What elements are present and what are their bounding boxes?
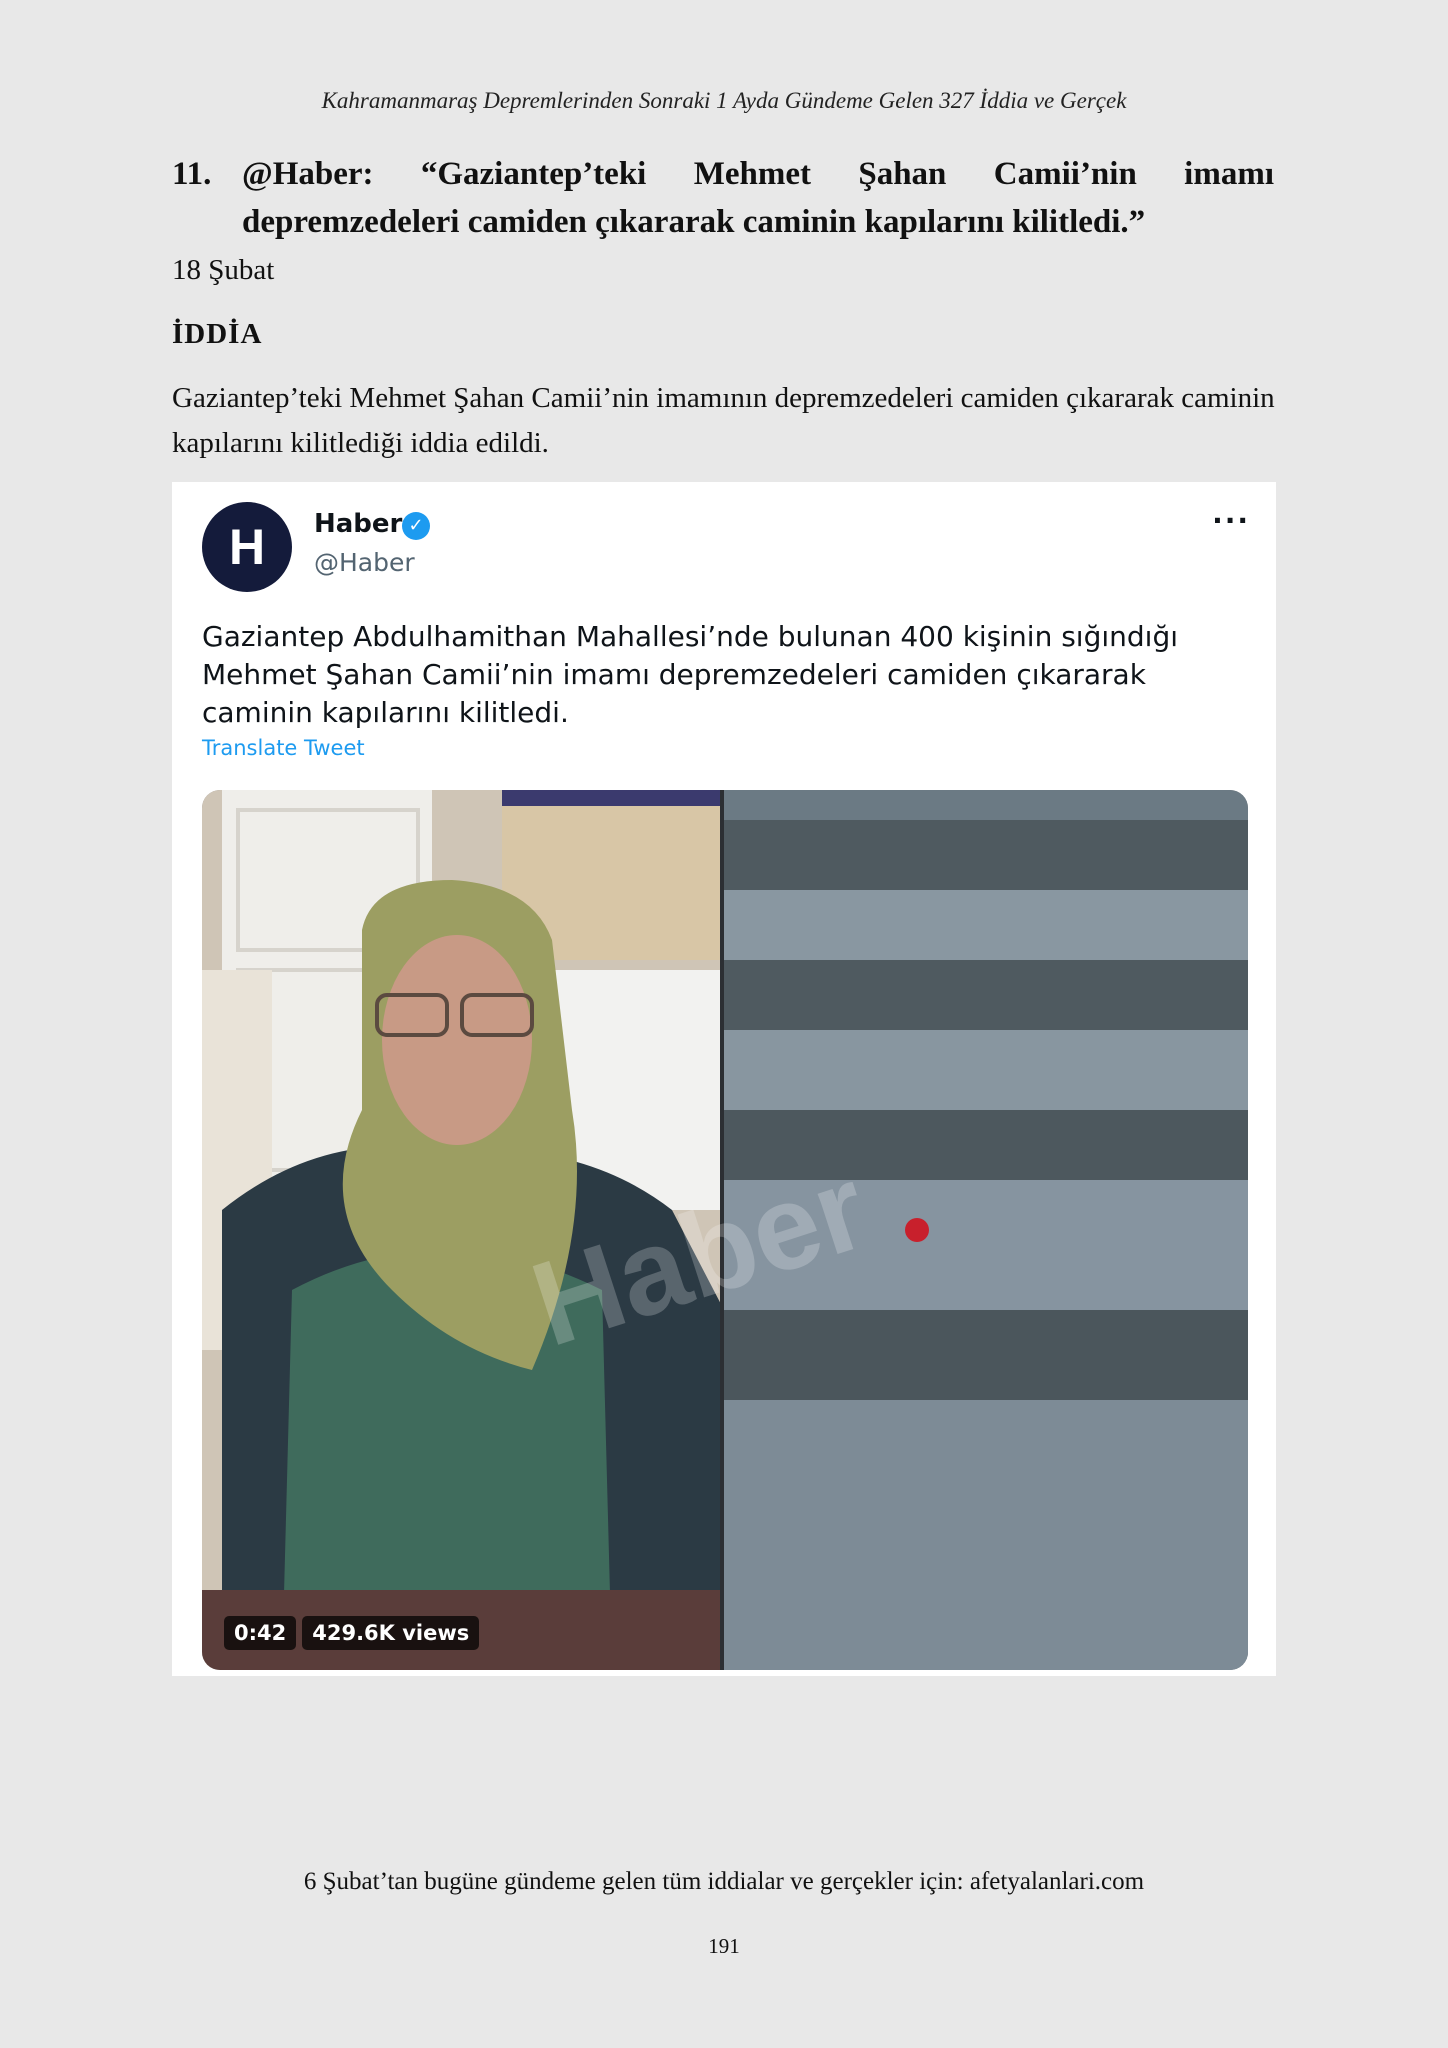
avatar-logo-icon: H bbox=[228, 519, 266, 575]
more-options-button[interactable]: ··· bbox=[1212, 504, 1250, 537]
video-badges: 0:42 429.6K views bbox=[224, 1616, 480, 1650]
video-views: 429.6K views bbox=[302, 1616, 480, 1650]
video-duration: 0:42 bbox=[224, 1616, 297, 1650]
video-frame-image: Haber bbox=[202, 790, 1248, 1670]
claim-text: Gaziantep’teki Mehmet Şahan Camii’nin im… bbox=[172, 382, 1275, 459]
running-head: Kahramanmaraş Depremlerinden Sonraki 1 A… bbox=[321, 88, 1127, 113]
footer-note: 6 Şubat’tan bugüne gündeme gelen tüm idd… bbox=[303, 1868, 1145, 1895]
item-heading: 11. @Haber: “Gaziantep’teki Mehmet Şahan… bbox=[172, 150, 1274, 246]
display-name[interactable]: Haber bbox=[314, 509, 402, 539]
verified-badge-icon: ✓ bbox=[402, 512, 430, 540]
item-heading-text: @Haber: “Gaziantep’teki Mehmet Şahan Cam… bbox=[242, 156, 1274, 240]
avatar[interactable]: H bbox=[202, 502, 292, 592]
tweet-card: H Haber ✓ @Haber ··· Gaziantep Abdulhami… bbox=[172, 482, 1276, 1676]
item-date: 18 Şubat bbox=[172, 254, 275, 286]
page-number: 191 bbox=[708, 1934, 740, 1958]
tweet-text: Gaziantep Abdulhamithan Mahallesi’nde bu… bbox=[202, 620, 1178, 729]
video-thumbnail[interactable]: Haber 0:42 429.6K views bbox=[202, 790, 1248, 1670]
translate-tweet-link[interactable]: Translate Tweet bbox=[202, 736, 365, 760]
user-handle[interactable]: @Haber bbox=[314, 548, 415, 577]
section-label-claim: İDDİA bbox=[172, 318, 263, 350]
item-number: 11. bbox=[172, 156, 212, 192]
